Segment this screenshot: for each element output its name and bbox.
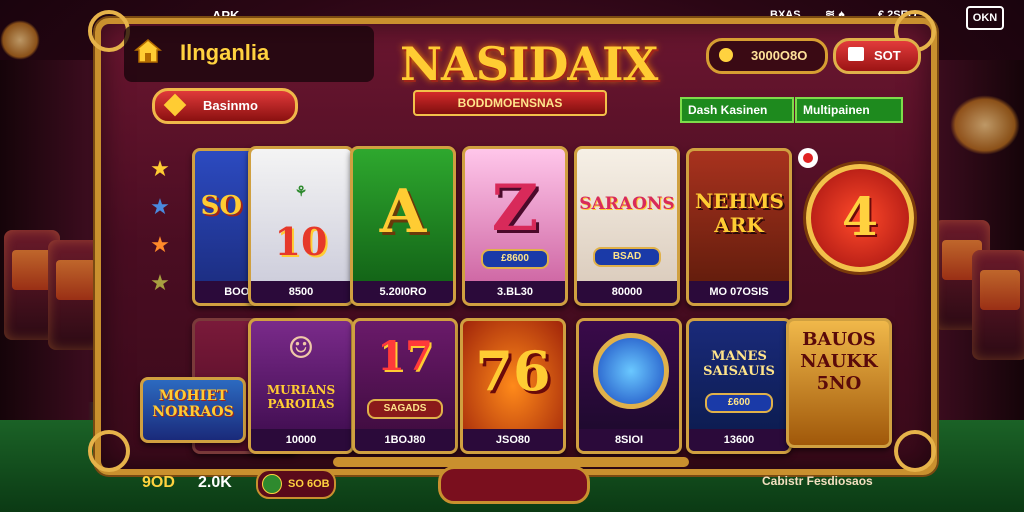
game-card[interactable]: MANES SAISAUIS £600 13600 — [686, 318, 792, 454]
hero-subtitle: BODDMOENSNAS — [413, 90, 607, 116]
coin-balance[interactable]: 3000O8O — [706, 38, 828, 74]
game-title: 17 — [377, 333, 433, 380]
game-footer: 13600 — [689, 429, 789, 451]
play-button[interactable] — [438, 466, 590, 504]
game-card[interactable]: SARAONS BSAD 80000 — [574, 146, 680, 306]
game-title: 10 — [274, 219, 328, 264]
game-chip: SAGADS — [367, 399, 443, 419]
hero-title: NASIDAIX — [400, 37, 658, 91]
game-card[interactable]: 76 JSO80 — [460, 318, 566, 454]
corner-ornament-bl — [88, 430, 130, 472]
bottom-value-1: 9OD — [142, 474, 175, 491]
game-card[interactable]: ⚘ 10 8500 — [248, 146, 354, 306]
game-footer: 8SIOI — [579, 429, 679, 451]
game-footer: 1BOJ80 — [355, 429, 455, 451]
gift-icon — [848, 47, 864, 61]
page-title: Ilnganlia — [180, 40, 270, 65]
casino-button[interactable]: Basinmo — [152, 88, 298, 124]
game-footer: JSO80 — [463, 429, 563, 451]
game-title: A — [379, 177, 427, 247]
lamp-right — [950, 95, 1020, 155]
shop-button[interactable]: SOT — [833, 38, 921, 74]
brand-logo: OKN — [966, 6, 1004, 30]
game-title: NEHMS ARK — [695, 189, 785, 237]
slot-machine-right-2 — [972, 250, 1024, 360]
chip-icon — [262, 474, 282, 494]
game-footer: 80000 — [577, 281, 677, 303]
star-sidebar: ★ ★ ★ ★ — [148, 150, 172, 302]
game-footer: 3.BL30 — [465, 281, 565, 303]
star-icon[interactable]: ★ — [148, 226, 172, 264]
game-chip: £8600 — [481, 249, 549, 269]
level-number: 4 — [841, 187, 879, 248]
game-card-promo[interactable]: MOHIET NORRAOS — [140, 377, 246, 443]
bottom-value-2: 2.0K — [198, 474, 232, 491]
bonus-amount: SO 6OB — [288, 478, 330, 490]
tab-dash-kasinen[interactable]: Dash Kasinen — [680, 97, 794, 123]
game-card[interactable]: BAUOS NAUKK 5NO — [786, 318, 892, 448]
game-title: 76 — [475, 339, 551, 403]
game-chip: £600 — [705, 393, 773, 413]
game-title: BAUOS NAUKK 5NO — [800, 329, 878, 394]
game-card[interactable]: A 5.20I0RO — [350, 146, 456, 306]
coin-icon — [719, 48, 733, 62]
star-icon[interactable]: ★ — [148, 150, 172, 188]
bonus-pill[interactable]: SO 6OB — [256, 469, 336, 499]
game-card[interactable]: ☺ MURIANS PAROIIAS 10000 — [248, 318, 354, 454]
game-title: MANES SAISAUIS — [703, 349, 775, 379]
game-card[interactable]: 8SIOI — [576, 318, 682, 454]
game-footer: 5.20I0RO — [353, 281, 453, 303]
tab-multipainen[interactable]: Multipainen — [795, 97, 903, 123]
game-symbol: ⚘ — [294, 184, 308, 200]
game-title: MURIANS PAROIIAS — [266, 383, 336, 411]
game-logo: NASIDAIX BODDMOENSNAS — [400, 37, 658, 128]
shop-label: SOT — [874, 48, 901, 63]
coin-amount: 3000O8O — [751, 48, 808, 63]
game-footer: MO 07OSIS — [689, 281, 789, 303]
game-footer: 10000 — [251, 429, 351, 451]
star-icon[interactable]: ★ — [148, 188, 172, 226]
game-title: Z — [491, 171, 539, 246]
gem-icon — [593, 333, 669, 409]
level-badge[interactable]: 4 — [806, 164, 914, 272]
location-pin-icon — [798, 148, 818, 168]
character-icon: ☺ — [287, 331, 315, 366]
home-icon[interactable] — [134, 38, 162, 64]
game-card[interactable]: 17 SAGADS 1BOJ80 — [352, 318, 458, 454]
game-title: SARAONS — [579, 194, 675, 214]
game-title: MOHIET NORRAOS — [152, 388, 234, 420]
game-chip: BSAD — [593, 247, 661, 267]
game-footer: 8500 — [251, 281, 351, 303]
bottom-caption: Cabistr Fesdiosaos — [762, 474, 873, 488]
casino-label: Basinmo — [203, 98, 258, 113]
star-icon[interactable]: ★ — [148, 264, 172, 302]
casino-icon — [163, 93, 187, 117]
game-card[interactable]: Z £8600 3.BL30 — [462, 146, 568, 306]
game-card[interactable]: NEHMS ARK MO 07OSIS — [686, 148, 792, 306]
corner-ornament-br — [894, 430, 936, 472]
